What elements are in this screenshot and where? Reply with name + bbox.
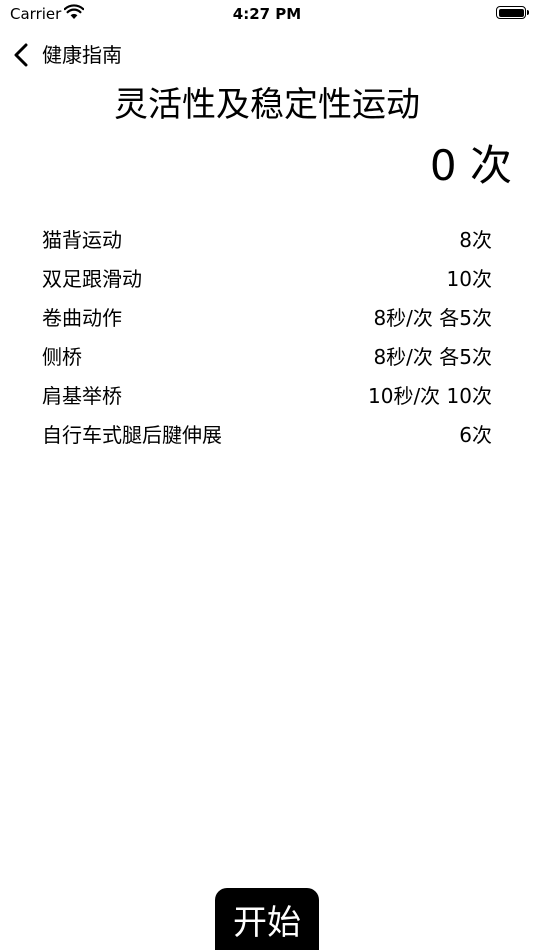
exercise-row: 肩基举桥 10秒/次 10次: [42, 375, 492, 414]
exercise-reps: 6次: [459, 423, 492, 447]
exercise-reps: 8秒/次 各5次: [373, 345, 492, 369]
page-title: 灵活性及稳定性运动: [114, 85, 420, 125]
exercise-name: 侧桥: [42, 345, 82, 369]
exercise-name: 自行车式腿后腱伸展: [42, 423, 222, 447]
exercise-name: 卷曲动作: [42, 306, 122, 330]
back-button-label: 健康指南: [42, 43, 122, 67]
exercise-row: 侧桥 8秒/次 各5次: [42, 336, 492, 375]
chevron-left-icon: [14, 41, 34, 69]
status-time: 4:27 PM: [232, 5, 302, 23]
exercise-reps: 8秒/次 各5次: [373, 306, 492, 330]
exercise-reps: 10次: [446, 267, 492, 291]
start-button[interactable]: 开始: [215, 888, 319, 950]
repetition-count: 0 次: [429, 141, 512, 190]
exercise-row: 猫背运动 8次: [42, 219, 492, 258]
battery-fill: [498, 8, 524, 17]
exercise-row: 卷曲动作 8秒/次 各5次: [42, 297, 492, 336]
status-bar: Carrier 4:27 PM: [0, 0, 534, 28]
exercise-row: 双足跟滑动 10次: [42, 258, 492, 297]
back-button[interactable]: 健康指南: [14, 40, 122, 70]
exercise-name: 肩基举桥: [42, 384, 122, 408]
exercise-list: 猫背运动 8次 双足跟滑动 10次 卷曲动作 8秒/次 各5次 侧桥 8秒/次 …: [42, 219, 492, 453]
exercise-row: 自行车式腿后腱伸展 6次: [42, 414, 492, 453]
exercise-name: 双足跟滑动: [42, 267, 142, 291]
exercise-reps: 10秒/次 10次: [368, 384, 492, 408]
battery-icon: [496, 6, 529, 19]
exercise-name: 猫背运动: [42, 228, 122, 252]
exercise-reps: 8次: [459, 228, 492, 252]
